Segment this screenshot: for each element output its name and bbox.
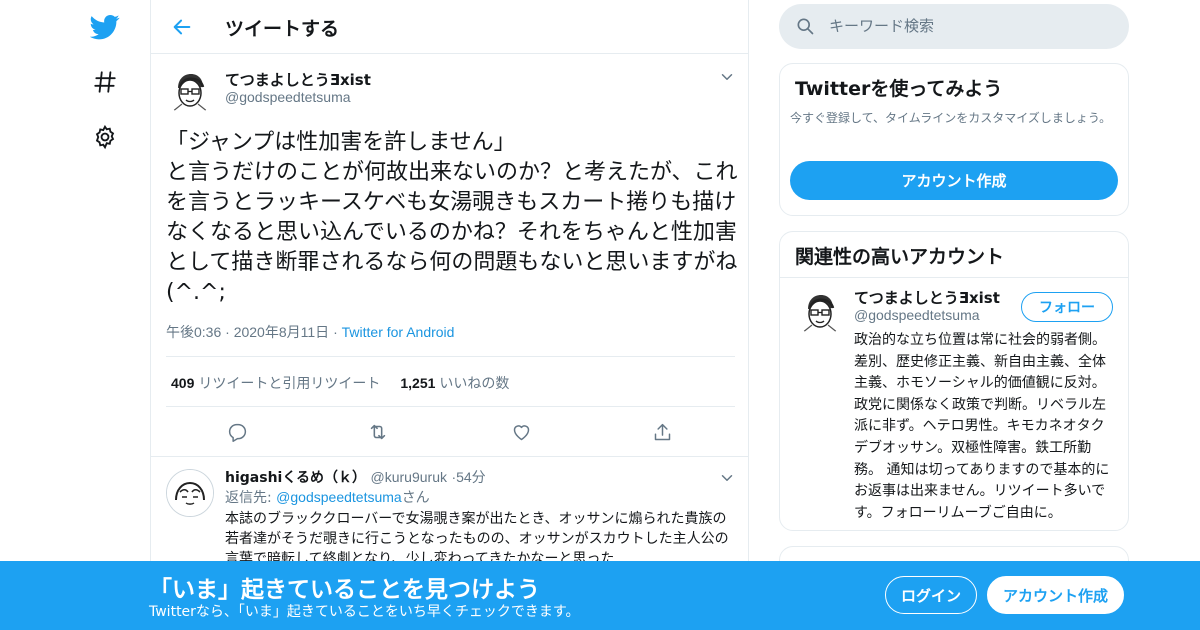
search-box (779, 4, 1129, 49)
avatar[interactable] (796, 289, 844, 337)
left-nav (80, 0, 130, 630)
avatar[interactable] (166, 68, 214, 116)
reply-to: 返信先: @godspeedtetsumaさん (225, 487, 430, 507)
signup-button[interactable]: アカウント作成 (987, 576, 1124, 614)
banner-subtitle: Twitterなら、「いま」起きていることをいち早くチェックできます。 (149, 604, 580, 620)
reply-text: 本誌のブラッククローバーで女湯覗き案が出たとき、オッサンに煽られた貴族の若者達が… (225, 511, 729, 567)
reply-author-handle[interactable]: @kuru9uruk (371, 469, 447, 485)
signup-banner: 「いま」起きていることを見つけよう Twitterなら、「いま」起きていることを… (0, 561, 1200, 630)
author-name[interactable]: てつまよしとうƎxist (225, 69, 371, 90)
tweet-time[interactable]: 午後0:36 (166, 324, 221, 340)
main-column: ツイートする てつまよしとうƎxist @godspeedtetsuma 「ジャ… (150, 0, 749, 630)
tweet-date[interactable]: 2020年8月11日 (234, 324, 329, 340)
related-card-title: 関連性の高いアカウント (795, 246, 1005, 268)
related-account-bio: 政治的な立ち位置は常に社会的弱者側。 差別、歴史修正主義、新自由主義、全体主義、… (854, 332, 1110, 521)
signup-card-title: Twitterを使ってみよう (795, 78, 1003, 100)
login-button[interactable]: ログイン (885, 576, 977, 614)
reply-header: higashiくるめ（ｋ） @kuru9uruk ·54分 (225, 467, 486, 487)
divider (166, 356, 735, 357)
twitter-bird-icon[interactable] (86, 8, 124, 46)
create-account-button[interactable]: アカウント作成 (790, 161, 1118, 200)
signup-card-description: 今すぐ登録して、タイムラインをカスタマイズしましょう。 (790, 111, 1112, 125)
related-account-handle[interactable]: @godspeedtetsuma (854, 307, 980, 323)
avatar[interactable] (166, 469, 214, 517)
meta-separator: · (333, 324, 338, 340)
tweet-timestamp: 午後0:36 · 2020年8月11日 · Twitter for Androi… (166, 322, 454, 342)
reply-to-handle[interactable]: @godspeedtetsuma (276, 489, 402, 505)
reply-to-suffix: さん (401, 490, 430, 506)
avatar-illustration (167, 470, 213, 516)
arrow-left-icon[interactable] (167, 12, 197, 42)
banner-title: 「いま」起きていることを見つけよう (149, 577, 540, 603)
tweet-stats: 409 リツイートと引用リツイート 1,251 いいねの数 (171, 373, 509, 393)
author-handle[interactable]: @godspeedtetsuma (225, 89, 351, 105)
reply-time[interactable]: 54分 (456, 469, 486, 485)
retweets-link[interactable]: 409 リツイートと引用リツイート (171, 375, 380, 391)
share-icon[interactable] (650, 420, 674, 444)
heart-icon[interactable] (509, 420, 533, 444)
avatar-illustration (166, 68, 214, 116)
reply-tweet[interactable]: higashiくるめ（ｋ） @kuru9uruk ·54分 返信先: @gods… (151, 457, 749, 577)
main-tweet: てつまよしとうƎxist @godspeedtetsuma 「ジャンプは性加害を… (151, 54, 749, 457)
main-header: ツイートする (151, 0, 749, 54)
meta-separator: · (225, 324, 230, 340)
related-accounts-card: 関連性の高いアカウント てつまよしとうƎxist @godspeedtetsum… (779, 231, 1129, 531)
chevron-down-icon[interactable] (718, 469, 736, 487)
tweet-text: 「ジャンプは性加害を許しません」 と言うだけのことが何故出来ないのか？と考えたが… (166, 130, 738, 305)
hashtag-icon[interactable] (86, 63, 124, 101)
page-title: ツイートする (225, 18, 340, 40)
search-input[interactable] (829, 13, 1109, 39)
divider (166, 406, 735, 407)
retweets-count: 409 (171, 375, 195, 391)
reply-to-label: 返信先: (225, 490, 272, 506)
likes-label: いいねの数 (439, 375, 510, 391)
reply-icon[interactable] (225, 420, 249, 444)
likes-link[interactable]: 1,251 いいねの数 (400, 375, 509, 391)
divider (780, 277, 1128, 278)
chevron-down-icon[interactable] (718, 68, 736, 86)
related-account-name[interactable]: てつまよしとうƎxist (854, 287, 1000, 308)
search-icon (795, 16, 815, 36)
signup-card: Twitterを使ってみよう 今すぐ登録して、タイムラインをカスタマイズしましょ… (779, 63, 1129, 216)
likes-count: 1,251 (400, 375, 436, 391)
avatar-illustration (796, 289, 844, 337)
reply-author-name[interactable]: higashiくるめ（ｋ） (225, 470, 366, 486)
retweet-icon[interactable] (366, 420, 390, 444)
tweet-source[interactable]: Twitter for Android (342, 324, 455, 340)
gear-icon[interactable] (86, 118, 124, 156)
follow-button[interactable]: フォロー (1021, 292, 1113, 322)
retweets-label: リツイートと引用リツイート (198, 375, 381, 391)
